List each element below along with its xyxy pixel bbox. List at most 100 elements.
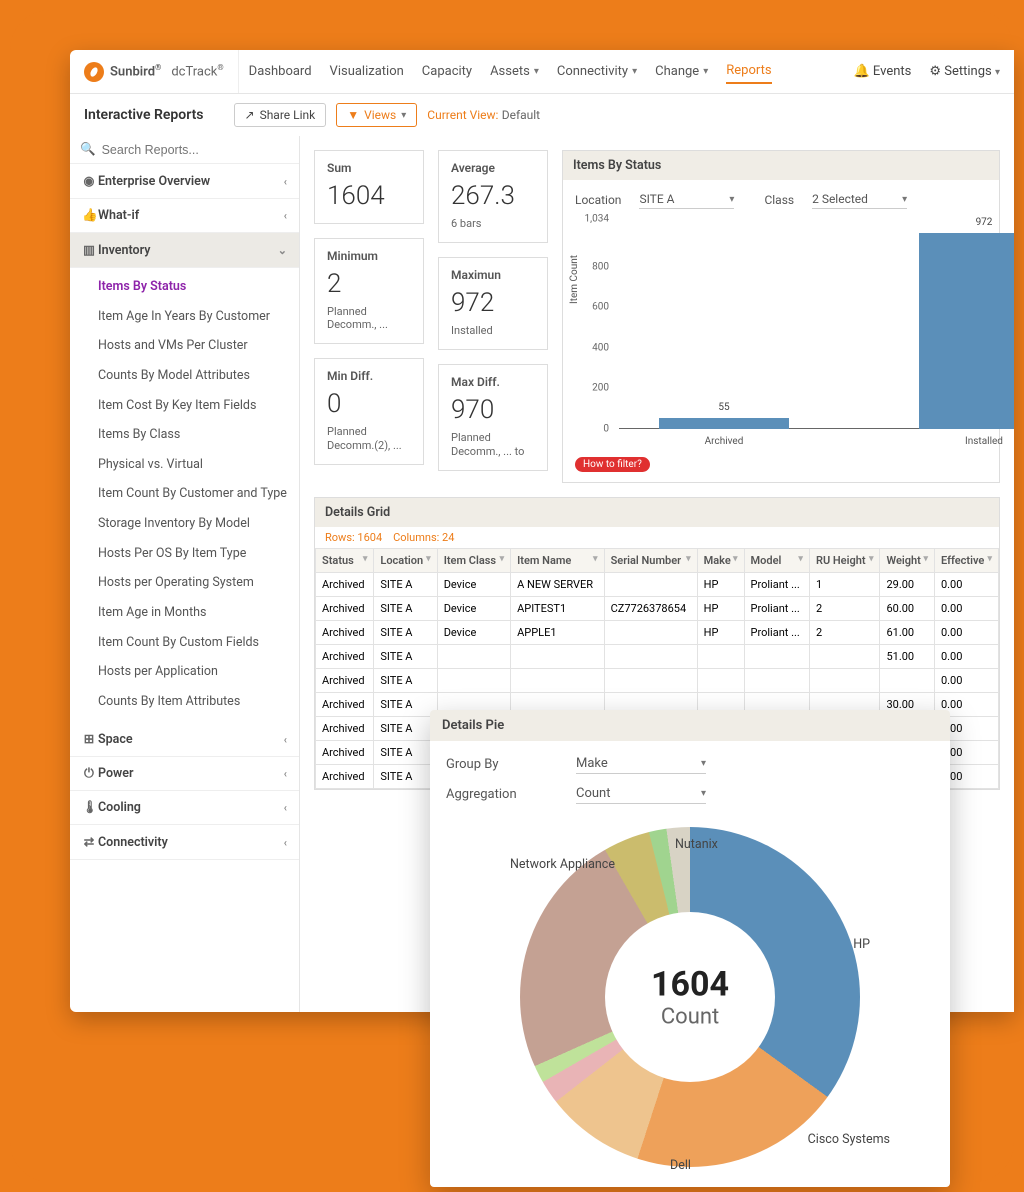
stat-maxdiff: Max Diff. 970 Planned Decomm., ... to — [438, 364, 548, 470]
nav-events[interactable]: 🔔 Events — [853, 64, 911, 79]
filter-location-select[interactable]: SITE A▾ — [639, 190, 734, 209]
chevron-left-icon: ‹ — [284, 733, 287, 746]
table-header[interactable]: Item Name▾ — [511, 549, 604, 573]
table-header[interactable]: Effective▾ — [934, 549, 998, 573]
items-by-status-panel: Items By Status Location SITE A▾ Class 2… — [562, 150, 1000, 483]
sidebar-item-items-by-status[interactable]: Items By Status — [70, 272, 299, 302]
table-header[interactable]: Item Class▾ — [437, 549, 510, 573]
pie-label-cisco: Cisco Systems — [808, 1132, 890, 1147]
nav-dashboard[interactable]: Dashboard — [249, 64, 312, 79]
search-input[interactable] — [102, 143, 289, 157]
sidebar-item[interactable]: Storage Inventory By Model — [70, 509, 299, 539]
donut-center-value: 1604 — [651, 965, 729, 1005]
current-view-value: Default — [502, 108, 540, 122]
table-header[interactable]: Make▾ — [697, 549, 744, 573]
stat-average: Average 267.3 6 bars — [438, 150, 548, 243]
brand-logo: Sunbird® dcTrack® — [84, 62, 224, 82]
views-button[interactable]: ▼Views ▾ — [336, 103, 417, 127]
table-row[interactable]: ArchivedSITE A0.00 — [316, 669, 999, 693]
bar-chart: 02004006008001,034Item Count55Archived97… — [575, 219, 987, 449]
sidebar-item[interactable]: Item Age In Years By Customer — [70, 302, 299, 332]
sidebar-section-connectivity[interactable]: ⇄Connectivity ‹ — [70, 825, 299, 860]
nav-reports[interactable]: Reports — [726, 63, 771, 84]
stat-sum: Sum 1604 — [314, 150, 424, 224]
pie-label-nutanix: Nutanix — [675, 837, 718, 852]
thumb-icon: 👍 — [82, 208, 96, 223]
sidebar-item[interactable]: Item Count By Custom Fields — [70, 628, 299, 658]
group-by-select[interactable]: Make▾ — [576, 754, 706, 774]
chevron-down-icon: ▾ — [701, 758, 706, 769]
inventory-report-list: Items By Status Item Age In Years By Cus… — [70, 268, 299, 722]
nav-capacity[interactable]: Capacity — [422, 64, 472, 79]
cooling-icon: 🌡 — [82, 800, 96, 815]
table-header[interactable]: Serial Number▾ — [604, 549, 697, 573]
sidebar-item[interactable]: Hosts per Application — [70, 657, 299, 687]
chevron-down-icon: ▾ — [703, 66, 708, 77]
sidebar-item[interactable]: Hosts and VMs Per Cluster — [70, 331, 299, 361]
details-pie-panel: Details Pie Group By Make▾ Aggregation C… — [430, 710, 950, 1187]
table-row[interactable]: ArchivedSITE ADeviceAPITEST1CZ7726378654… — [316, 597, 999, 621]
sidebar-section-power[interactable]: ⏻Power ‹ — [70, 757, 299, 791]
sidebar-section-space[interactable]: ⊞Space ‹ — [70, 722, 299, 757]
stat-max: Maximun 972 Installed — [438, 257, 548, 350]
share-link-button[interactable]: ↗Share Link — [234, 103, 327, 127]
table-row[interactable]: ArchivedSITE ADeviceAPPLE1HPProliant ...… — [316, 621, 999, 645]
stat-min: Minimum 2 Planned Decomm., ... — [314, 238, 424, 344]
search-reports[interactable]: 🔍 — [70, 136, 299, 164]
chevron-down-icon: ▾ — [534, 66, 539, 77]
nav-assets[interactable]: Assets▾ — [490, 64, 539, 79]
sidebar-item[interactable]: Hosts Per OS By Item Type — [70, 539, 299, 569]
sidebar-section-enterprise[interactable]: ◉Enterprise Overview ‹ — [70, 164, 299, 199]
sidebar-section-cooling[interactable]: 🌡Cooling ‹ — [70, 791, 299, 825]
nav-connectivity[interactable]: Connectivity▾ — [557, 64, 637, 79]
table-header[interactable]: RU Height▾ — [809, 549, 880, 573]
power-icon: ⏻ — [82, 766, 96, 781]
nav-visualization[interactable]: Visualization — [330, 64, 404, 79]
pie-label-hp: HP — [853, 937, 870, 952]
barcode-icon: ▥ — [82, 242, 96, 258]
sidebar-section-whatif[interactable]: 👍What-if ‹ — [70, 199, 299, 233]
gear-icon: ⚙ — [929, 64, 941, 79]
chevron-left-icon: ‹ — [284, 175, 287, 188]
nav-settings[interactable]: ⚙ Settings ▾ — [929, 64, 1000, 79]
filter-class-select[interactable]: 2 Selected▾ — [812, 190, 907, 209]
filter-location-label: Location — [575, 193, 621, 207]
sidebar-item[interactable]: Item Age in Months — [70, 598, 299, 628]
sidebar-item[interactable]: Item Count By Customer and Type — [70, 479, 299, 509]
sidebar-item[interactable]: Counts By Item Attributes — [70, 687, 299, 717]
filter-icon: ▼ — [347, 108, 359, 122]
sidebar-item[interactable]: Counts By Model Attributes — [70, 361, 299, 391]
how-to-filter-button[interactable]: How to filter? — [575, 457, 650, 472]
nav-change[interactable]: Change▾ — [655, 64, 708, 79]
sidebar-item[interactable]: Hosts per Operating System — [70, 568, 299, 598]
chevron-down-icon: ▾ — [701, 788, 706, 799]
filter-class-label: Class — [764, 193, 794, 207]
page-title: Interactive Reports — [84, 107, 204, 123]
sidebar-item[interactable]: Item Cost By Key Item Fields — [70, 391, 299, 421]
logo-icon — [84, 62, 104, 82]
table-header[interactable]: Model▾ — [744, 549, 809, 573]
stat-mindiff: Min Diff. 0 Planned Decomm.(2), ... — [314, 358, 424, 464]
connectivity-icon: ⇄ — [82, 834, 96, 850]
search-icon: 🔍 — [80, 142, 96, 157]
group-by-label: Group By — [446, 757, 536, 772]
aggregation-select[interactable]: Count▾ — [576, 784, 706, 804]
table-row[interactable]: ArchivedSITE A51.000.00 — [316, 645, 999, 669]
table-row[interactable]: ArchivedSITE ADeviceA NEW SERVERHPProlia… — [316, 573, 999, 597]
chevron-down-icon: ▾ — [401, 110, 406, 121]
pie-label-dell: Dell — [670, 1158, 691, 1173]
table-header[interactable]: Status▾ — [316, 549, 374, 573]
chevron-left-icon: ‹ — [284, 836, 287, 849]
panel-title: Details Grid — [315, 498, 999, 527]
current-view-label: Current View: — [427, 108, 498, 122]
panel-title: Details Pie — [430, 710, 950, 741]
globe-icon: ◉ — [82, 173, 96, 189]
sidebar-item[interactable]: Physical vs. Virtual — [70, 450, 299, 480]
table-header[interactable]: Location▾ — [374, 549, 437, 573]
pie-label-netapp: Network Appliance — [510, 857, 615, 872]
chevron-down-icon: ▾ — [632, 66, 637, 77]
table-header[interactable]: Weight▾ — [880, 549, 935, 573]
sidebar-section-inventory[interactable]: ▥Inventory ⌄ — [70, 233, 299, 268]
sidebar-item[interactable]: Items By Class — [70, 420, 299, 450]
panel-title: Items By Status — [563, 151, 999, 180]
